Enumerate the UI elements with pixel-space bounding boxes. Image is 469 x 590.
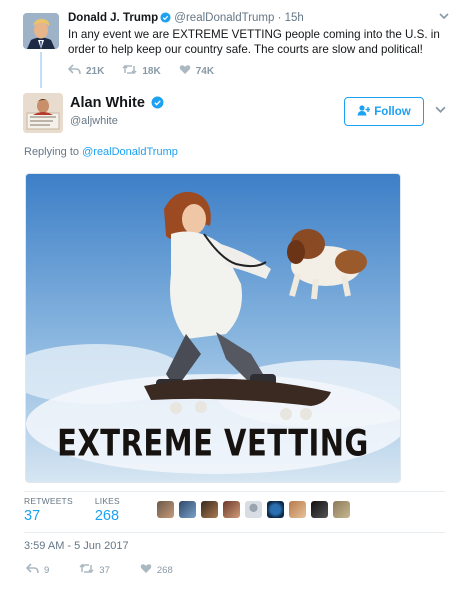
verified-badge-icon <box>151 96 164 113</box>
author-handle[interactable]: @aljwhite <box>70 115 118 127</box>
replying-handle-link[interactable]: @realDonaldTrump <box>82 146 178 158</box>
parent-like-button[interactable]: 74K <box>179 64 214 78</box>
tweet-actions: 9 37 268 <box>25 563 203 577</box>
retweet-icon <box>79 563 99 577</box>
retweets-value: 37 <box>24 508 41 524</box>
reply-button[interactable]: 9 <box>25 563 50 577</box>
likes-label: LIKES <box>94 496 120 506</box>
replying-prefix: Replying to <box>24 146 80 158</box>
tweet-stats: RETWEETS 37 LIKES 268 <box>24 496 142 530</box>
tweet-image[interactable]: EXTREME VETTING <box>25 173 401 483</box>
liker-avatar[interactable] <box>223 501 240 518</box>
parent-header: Donald J. Trump @realDonaldTrump · 15h <box>68 12 304 26</box>
chevron-down-icon[interactable] <box>439 10 449 24</box>
parent-avatar[interactable] <box>23 13 59 49</box>
likes-stat[interactable]: LIKES 268 <box>95 496 120 530</box>
follow-label: Follow <box>374 105 411 118</box>
stats-divider-bottom <box>24 532 445 533</box>
retweets-stat[interactable]: RETWEETS 37 <box>24 496 73 530</box>
parent-like-count: 74K <box>195 65 215 77</box>
retweet-button[interactable]: 37 <box>79 563 110 577</box>
parent-name[interactable]: Donald J. Trump <box>68 12 158 24</box>
replying-to: Replying to @realDonaldTrump <box>24 146 178 158</box>
author-avatar[interactable] <box>23 93 63 133</box>
author-name-text: Alan White <box>70 95 145 111</box>
retweet-icon <box>122 64 142 78</box>
parent-reply-count: 21K <box>86 65 105 77</box>
like-count: 268 <box>156 564 173 576</box>
likes-value: 268 <box>94 508 120 524</box>
reply-count: 9 <box>44 564 50 576</box>
liker-avatar[interactable] <box>289 501 306 518</box>
parent-time[interactable]: · 15h <box>278 12 304 24</box>
tweet-timestamp[interactable]: 3:59 AM - 5 Jun 2017 <box>24 540 129 552</box>
image-caption: EXTREME VETTING <box>57 421 369 465</box>
heart-icon <box>140 563 157 577</box>
liker-avatar[interactable] <box>201 501 218 518</box>
parent-retweet-button[interactable]: 18K <box>122 64 161 78</box>
parent-tweet[interactable]: Donald J. Trump @realDonaldTrump · 15h I… <box>0 0 469 88</box>
liker-avatar[interactable] <box>311 501 328 518</box>
liker-avatar[interactable] <box>245 501 262 518</box>
parent-text: In any event we are EXTREME VETTING peop… <box>68 28 440 56</box>
liker-avatars <box>157 501 355 518</box>
follow-button[interactable]: Follow <box>344 97 424 126</box>
liker-avatar[interactable] <box>333 501 350 518</box>
retweets-label: RETWEETS <box>24 496 73 506</box>
parent-reply-button[interactable]: 21K <box>67 64 105 78</box>
retweet-count: 37 <box>99 564 110 576</box>
stats-divider-top <box>24 491 445 492</box>
liker-avatar[interactable] <box>157 501 174 518</box>
reply-icon <box>25 563 44 577</box>
reply-icon <box>67 64 86 78</box>
liker-avatar[interactable] <box>179 501 196 518</box>
liker-avatar[interactable] <box>267 501 284 518</box>
follow-user-icon <box>357 104 374 119</box>
author-name[interactable]: Alan White <box>70 95 164 113</box>
chevron-down-icon[interactable] <box>435 104 446 118</box>
heart-icon <box>179 64 196 78</box>
parent-retweet-count: 18K <box>142 65 161 77</box>
thread-connector <box>40 52 42 88</box>
verified-badge-icon <box>160 12 171 26</box>
parent-actions: 21K 18K 74K <box>67 64 232 78</box>
parent-handle[interactable]: @realDonaldTrump <box>174 12 274 24</box>
like-button[interactable]: 268 <box>140 563 173 577</box>
